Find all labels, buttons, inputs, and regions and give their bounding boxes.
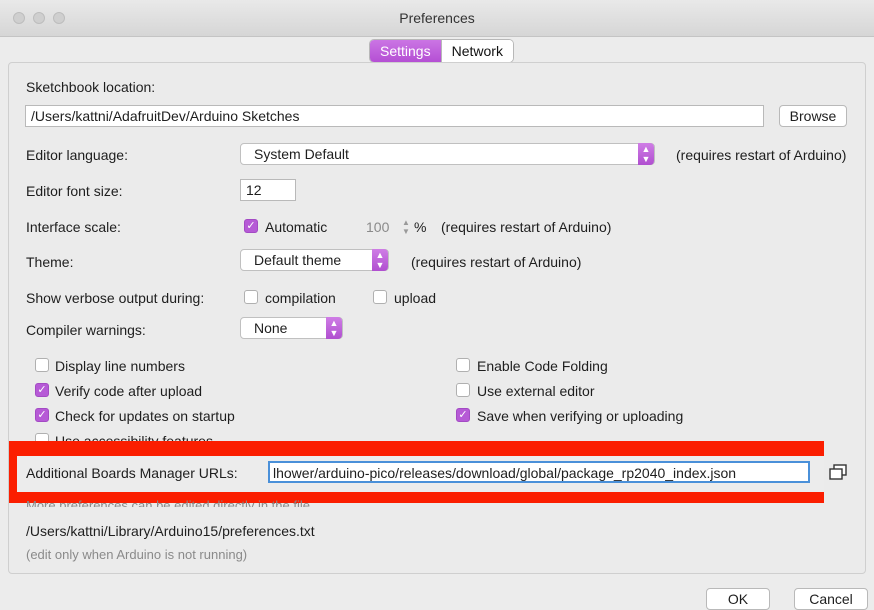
- automatic-label: Automatic: [265, 219, 328, 235]
- editor-language-label: Editor language:: [26, 147, 128, 163]
- boards-manager-urls-field[interactable]: lhower/arduino-pico/releases/download/gl…: [268, 461, 810, 483]
- verbose-output-label: Show verbose output during:: [26, 290, 205, 306]
- verify-after-upload-checkbox[interactable]: ✓: [35, 383, 49, 397]
- compiler-warnings-label: Compiler warnings:: [26, 322, 146, 338]
- stepper-arrows-icon[interactable]: ▲ ▼: [400, 218, 412, 238]
- save-when-verifying-checkbox[interactable]: ✓: [456, 408, 470, 422]
- theme-label: Theme:: [26, 254, 74, 270]
- boards-manager-label: Additional Boards Manager URLs:: [26, 465, 238, 481]
- theme-value: Default theme: [254, 252, 342, 268]
- upload-checkbox[interactable]: [373, 290, 387, 304]
- chevron-updown-icon: ▲ ▼: [372, 249, 388, 271]
- check-updates-checkbox[interactable]: ✓: [35, 408, 49, 422]
- editor-font-size-field[interactable]: 12: [240, 179, 296, 201]
- compilation-label: compilation: [265, 290, 336, 306]
- tab-settings[interactable]: Settings: [370, 40, 441, 62]
- editor-language-select[interactable]: System Default ▲ ▼: [240, 143, 655, 165]
- browse-button[interactable]: Browse: [779, 105, 847, 127]
- theme-select[interactable]: Default theme ▲ ▼: [240, 249, 389, 271]
- interface-scale-value[interactable]: 100: [366, 219, 389, 235]
- automatic-checkbox[interactable]: ✓: [244, 219, 258, 233]
- interface-scale-note: (requires restart of Arduino): [441, 219, 612, 235]
- editor-font-size-label: Editor font size:: [26, 183, 123, 199]
- chevron-updown-icon: ▲ ▼: [638, 143, 654, 165]
- theme-note: (requires restart of Arduino): [411, 254, 582, 270]
- tab-bar: Settings Network: [369, 39, 514, 63]
- upload-label: upload: [394, 290, 437, 306]
- edit-hint-text: (edit only when Arduino is not running): [26, 547, 248, 562]
- editor-language-value: System Default: [254, 146, 349, 162]
- editor-language-note: (requires restart of Arduino): [676, 147, 847, 163]
- sketchbook-label: Sketchbook location:: [26, 79, 156, 95]
- save-when-verifying-label: Save when verifying or uploading: [477, 408, 684, 424]
- display-line-numbers-checkbox[interactable]: [35, 358, 49, 372]
- more-preferences-text: More preferences can be edited directly …: [26, 499, 310, 507]
- compiler-warnings-select[interactable]: None ▲ ▼: [240, 317, 343, 339]
- ok-button[interactable]: OK: [706, 588, 770, 610]
- window-title: Preferences: [399, 10, 475, 26]
- external-editor-label: Use external editor: [477, 383, 595, 399]
- verify-after-upload-label: Verify code after upload: [55, 383, 203, 399]
- display-line-numbers-label: Display line numbers: [55, 358, 185, 374]
- cancel-button[interactable]: Cancel: [794, 588, 868, 610]
- code-folding-checkbox[interactable]: [456, 358, 470, 372]
- interface-scale-unit: %: [414, 219, 427, 235]
- sketchbook-location-field[interactable]: /Users/kattni/AdafruitDev/Arduino Sketch…: [25, 105, 764, 127]
- interface-scale-label: Interface scale:: [26, 219, 121, 235]
- compiler-warnings-value: None: [254, 320, 288, 336]
- compilation-checkbox[interactable]: [244, 290, 258, 304]
- edit-urls-window-icon[interactable]: [828, 464, 848, 482]
- check-updates-label: Check for updates on startup: [55, 408, 235, 424]
- preferences-file-path: /Users/kattni/Library/Arduino15/preferen…: [26, 523, 315, 539]
- tab-network[interactable]: Network: [440, 40, 513, 62]
- title-bar: Preferences: [0, 0, 874, 37]
- chevron-updown-icon: ▲ ▼: [326, 317, 342, 339]
- code-folding-label: Enable Code Folding: [477, 358, 608, 374]
- external-editor-checkbox[interactable]: [456, 383, 470, 397]
